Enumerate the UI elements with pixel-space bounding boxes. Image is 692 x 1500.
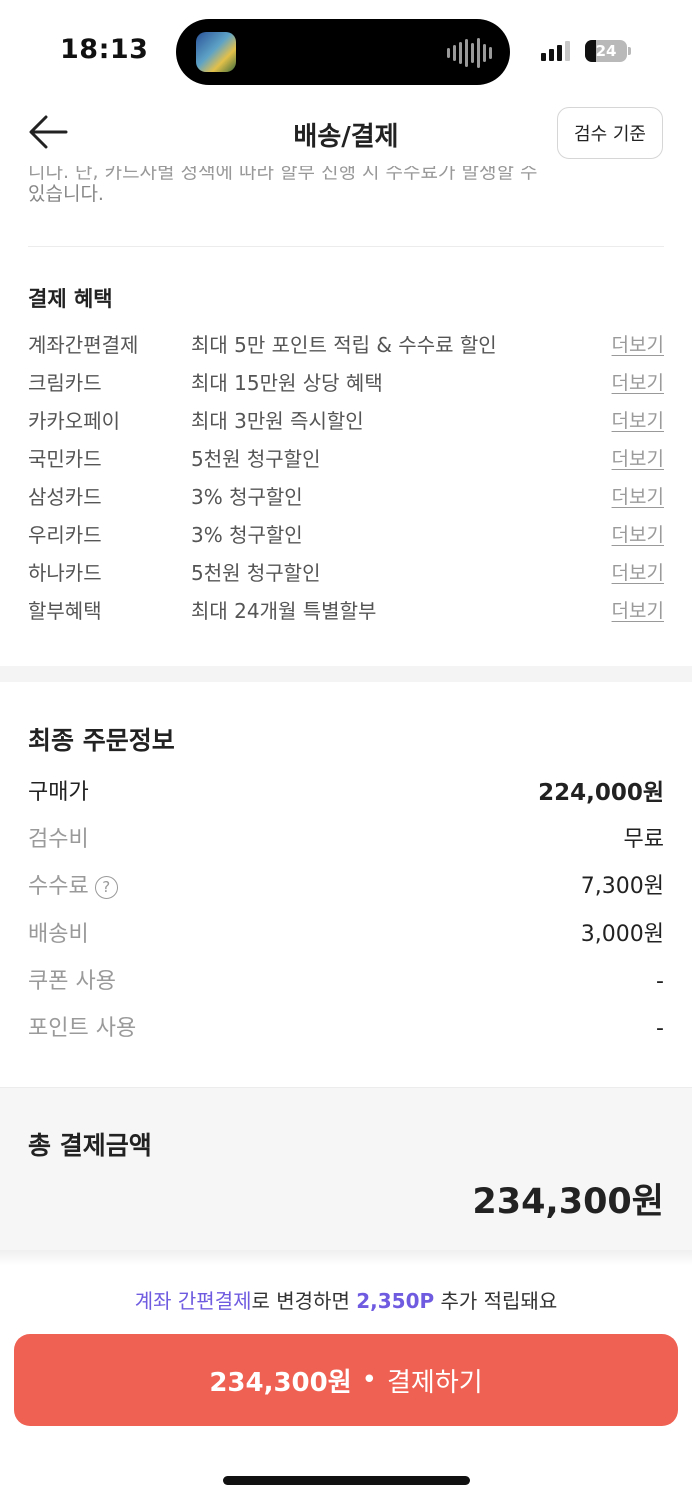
pay-button-amount: 234,300원 [209, 1367, 352, 1398]
status-bar: 18:13 24 [0, 0, 692, 100]
benefit-name: 국민카드 [28, 447, 102, 471]
order-value: 3,000원 [580, 922, 664, 947]
pay-button-label: 결제하기 [387, 1367, 483, 1398]
benefit-description: 3% 청구할인 [191, 485, 303, 509]
now-playing-artwork [196, 32, 236, 72]
battery-icon: 24 [585, 40, 627, 62]
benefit-more-link[interactable]: 더보기 [612, 520, 664, 550]
benefit-row: 할부혜택 최대 24개월 특별할부 더보기 [28, 596, 664, 626]
order-row-points: 포인트 사용 - [28, 1011, 664, 1047]
benefit-more-link[interactable]: 더보기 [612, 596, 664, 626]
order-label: 수수료 ? [28, 869, 118, 905]
benefit-description: 최대 15만원 상당 혜택 [191, 371, 383, 395]
section-separator [0, 666, 692, 682]
order-row-inspection-fee: 검수비 무료 [28, 822, 664, 858]
status-time: 18:13 [60, 34, 149, 65]
payment-benefits-title: 결제 혜택 [28, 287, 113, 311]
benefit-more-link[interactable]: 더보기 [612, 406, 664, 436]
benefit-name: 계좌간편결제 [28, 333, 139, 357]
benefit-row: 국민카드 5천원 청구할인 더보기 [28, 444, 664, 474]
benefit-name: 우리카드 [28, 523, 102, 547]
points-promo-message: 계좌 간편결제로 변경하면 2,350P 추가 적립돼요 [0, 1285, 692, 1314]
order-label: 배송비 [28, 922, 89, 947]
benefit-row: 우리카드 3% 청구할인 더보기 [28, 520, 664, 550]
benefit-description: 최대 3만원 즉시할인 [191, 409, 364, 433]
battery-tip [628, 47, 631, 55]
benefit-name: 크림카드 [28, 371, 102, 395]
help-icon[interactable]: ? [94, 875, 118, 899]
order-value: - [656, 969, 664, 994]
promo-payment-method[interactable]: 계좌 간편결제 [135, 1289, 252, 1313]
pay-button[interactable]: 234,300원 • 결제하기 [14, 1334, 678, 1426]
pay-button-separator: • [361, 1365, 377, 1395]
inspection-criteria-button[interactable]: 검수 기준 [557, 107, 663, 159]
header: 배송/결제 검수 기준 [0, 100, 692, 166]
order-label: 포인트 사용 [28, 1016, 137, 1041]
benefit-description: 5천원 청구할인 [191, 561, 321, 585]
benefit-more-link[interactable]: 더보기 [612, 558, 664, 588]
benefit-row: 계좌간편결제 최대 5만 포인트 적립 & 수수료 할인 더보기 [28, 330, 664, 360]
benefit-row: 하나카드 5천원 청구할인 더보기 [28, 558, 664, 588]
benefit-description: 3% 청구할인 [191, 523, 303, 547]
divider [28, 246, 664, 247]
benefit-more-link[interactable]: 더보기 [612, 482, 664, 512]
dynamic-island[interactable] [176, 19, 510, 85]
notice-line: 있습니다. [28, 183, 104, 205]
total-payment-amount: 234,300원 [472, 1182, 664, 1222]
order-label: 쿠폰 사용 [28, 969, 116, 994]
order-value: 무료 [623, 827, 664, 852]
home-indicator[interactable] [223, 1476, 470, 1485]
benefit-description: 5천원 청구할인 [191, 447, 321, 471]
order-row-shipping-fee: 배송비 3,000원 [28, 917, 664, 953]
order-value: 7,300원 [580, 874, 664, 899]
benefit-name: 하나카드 [28, 561, 102, 585]
section-shadow [0, 1250, 692, 1266]
benefit-more-link[interactable]: 더보기 [612, 444, 664, 474]
benefit-more-link[interactable]: 더보기 [612, 330, 664, 360]
audio-waveform-icon [447, 38, 492, 68]
benefit-description: 최대 5만 포인트 적립 & 수수료 할인 [191, 333, 497, 357]
order-value: 224,000원 [538, 780, 664, 806]
benefit-row: 카카오페이 최대 3만원 즉시할인 더보기 [28, 406, 664, 436]
total-payment-section: 총 결제금액 234,300원 [0, 1087, 692, 1250]
promo-text: 추가 적립돼요 [434, 1289, 558, 1313]
promo-text: 로 변경하면 [251, 1289, 357, 1313]
promo-points: 2,350P [356, 1289, 435, 1313]
benefit-name: 할부혜택 [28, 599, 102, 623]
installment-notice: 니다. 단, 카드사별 정책에 따라 할부 진행 시 수수료가 발생할 수 있습… [28, 158, 664, 214]
benefit-row: 크림카드 최대 15만원 상당 혜택 더보기 [28, 368, 664, 398]
benefit-name: 카카오페이 [28, 409, 120, 433]
benefit-name: 삼성카드 [28, 485, 102, 509]
order-row-coupon: 쿠폰 사용 - [28, 964, 664, 1000]
order-row-purchase-price: 구매가 224,000원 [28, 775, 664, 811]
order-info-title: 최종 주문정보 [28, 726, 175, 755]
order-label: 구매가 [28, 780, 89, 805]
battery-level: 24 [595, 42, 617, 60]
order-value: - [656, 1016, 664, 1041]
cellular-signal-icon [541, 41, 570, 61]
order-label: 검수비 [28, 827, 89, 852]
order-row-commission: 수수료 ? 7,300원 [28, 869, 664, 905]
total-payment-label: 총 결제금액 [28, 1131, 152, 1160]
benefit-more-link[interactable]: 더보기 [612, 368, 664, 398]
benefit-description: 최대 24개월 특별할부 [191, 599, 377, 623]
benefit-row: 삼성카드 3% 청구할인 더보기 [28, 482, 664, 512]
order-label-text: 수수료 [28, 874, 89, 899]
